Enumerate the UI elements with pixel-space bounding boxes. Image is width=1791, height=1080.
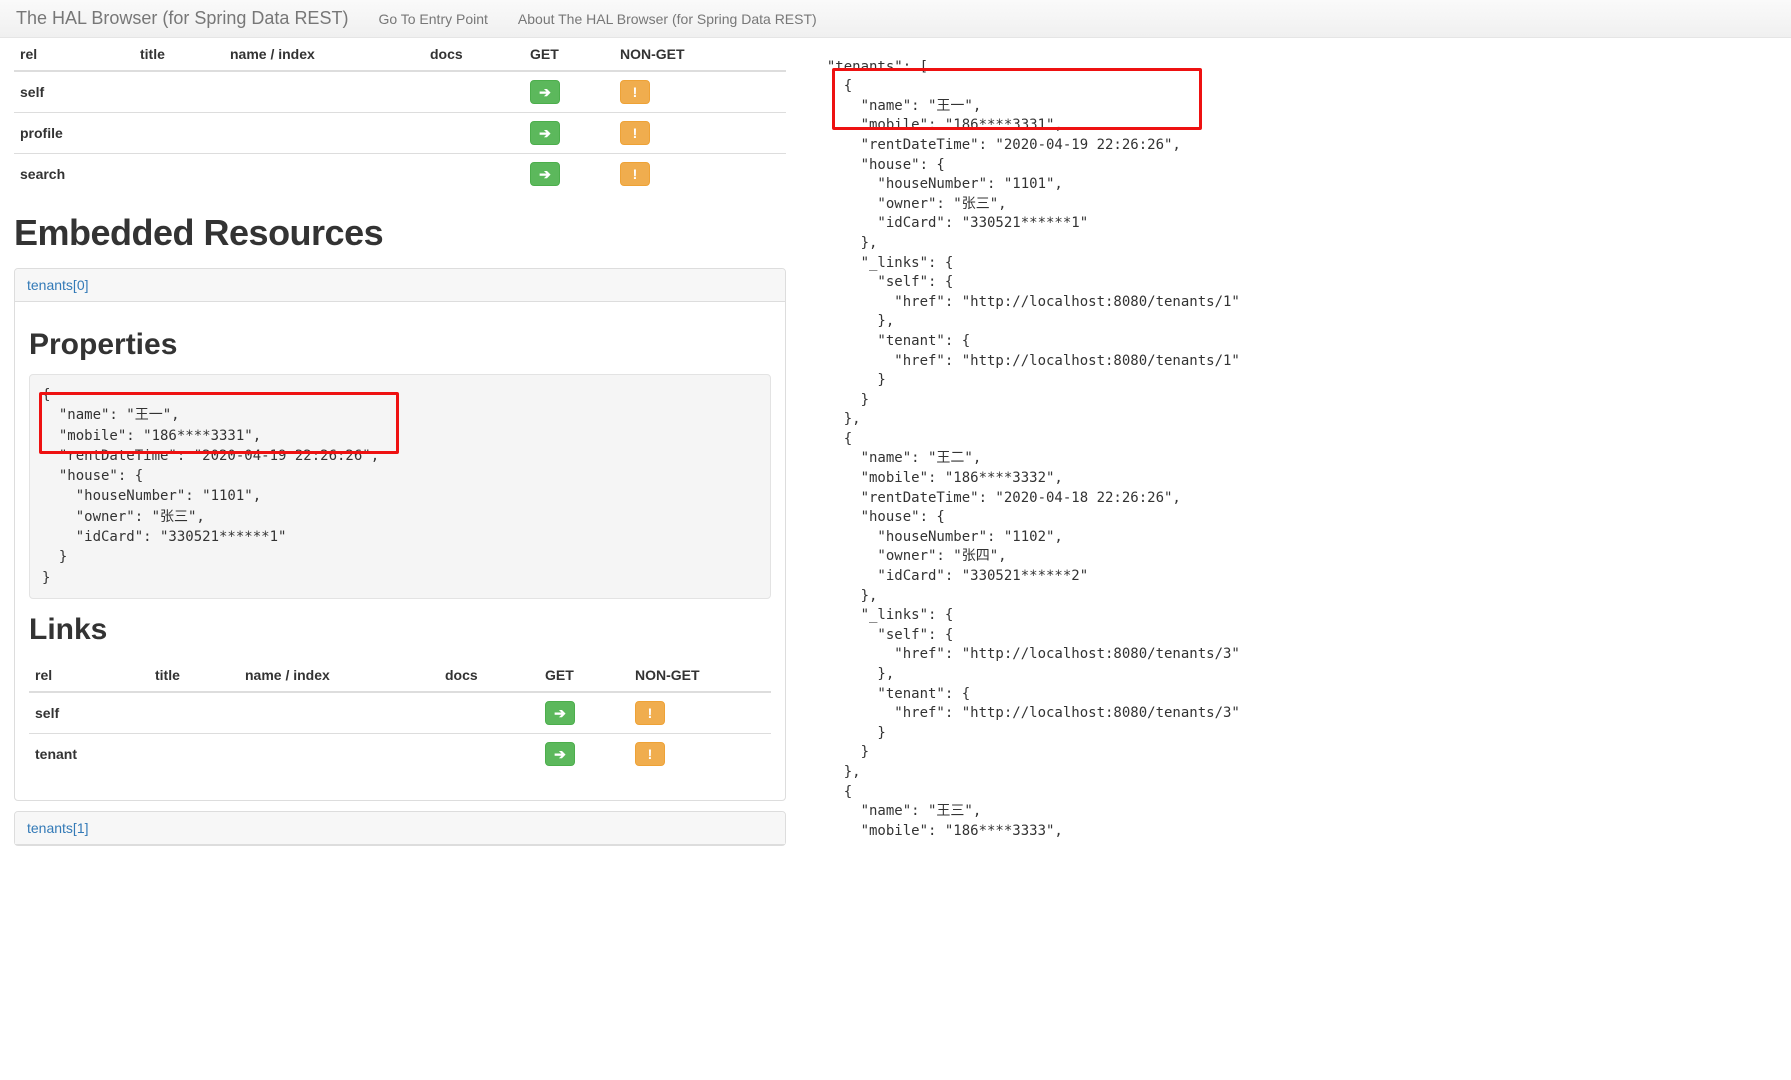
col-get: GET: [524, 38, 614, 71]
arrow-right-icon: ➔: [539, 126, 551, 140]
tenants1-heading: tenants[1]: [15, 812, 785, 845]
tenants0-heading: tenants[0]: [15, 269, 785, 302]
table-row: self ➔ !: [14, 71, 786, 113]
table-row: tenant ➔ !: [29, 733, 771, 774]
col-rel: rel: [29, 659, 149, 692]
exclamation-icon: !: [633, 126, 638, 140]
exclamation-icon: !: [633, 167, 638, 181]
table-row: search ➔ !: [14, 154, 786, 195]
arrow-right-icon: ➔: [539, 85, 551, 99]
rel-cell: tenant: [35, 746, 77, 762]
tenants0-link[interactable]: tenants[0]: [27, 277, 89, 293]
nav-about[interactable]: About The HAL Browser (for Spring Data R…: [518, 11, 817, 27]
properties-json: { "name": "王一", "mobile": "186****3331",…: [29, 374, 771, 599]
col-name: name / index: [224, 38, 424, 71]
col-name: name / index: [239, 659, 439, 692]
rel-cell: self: [35, 705, 59, 721]
nonget-button[interactable]: !: [620, 121, 650, 145]
left-pane: rel title name / index docs GET NON-GET …: [0, 38, 800, 900]
right-pane: "tenants": [ { "name": "王一", "mobile": "…: [800, 38, 1791, 900]
links-heading: Links: [29, 613, 771, 647]
app-brand: The HAL Browser (for Spring Data REST): [16, 8, 348, 29]
col-docs: docs: [424, 38, 524, 71]
tenants1-panel: tenants[1]: [14, 811, 786, 846]
col-title: title: [149, 659, 239, 692]
rel-cell: search: [20, 166, 65, 182]
nav-entry-point[interactable]: Go To Entry Point: [378, 11, 487, 27]
table-row: profile ➔ !: [14, 113, 786, 154]
nonget-button[interactable]: !: [620, 162, 650, 186]
topbar: The HAL Browser (for Spring Data REST) G…: [0, 0, 1791, 38]
top-links-table: rel title name / index docs GET NON-GET …: [14, 38, 786, 194]
page: rel title name / index docs GET NON-GET …: [0, 38, 1791, 900]
properties-heading: Properties: [29, 328, 771, 362]
embedded-heading: Embedded Resources: [14, 212, 786, 254]
get-button[interactable]: ➔: [545, 701, 575, 725]
arrow-right-icon: ➔: [554, 706, 566, 720]
arrow-right-icon: ➔: [554, 747, 566, 761]
sub-links-table: rel title name / index docs GET NON-GET …: [29, 659, 771, 774]
col-docs: docs: [439, 659, 539, 692]
nonget-button[interactable]: !: [635, 701, 665, 725]
col-nonget: NON-GET: [629, 659, 771, 692]
exclamation-icon: !: [648, 747, 653, 761]
rel-cell: self: [20, 84, 44, 100]
get-button[interactable]: ➔: [530, 80, 560, 104]
response-json: "tenants": [ { "name": "王一", "mobile": "…: [810, 58, 1781, 842]
col-get: GET: [539, 659, 629, 692]
nonget-button[interactable]: !: [635, 742, 665, 766]
get-button[interactable]: ➔: [530, 162, 560, 186]
arrow-right-icon: ➔: [539, 167, 551, 181]
col-rel: rel: [14, 38, 134, 71]
rel-cell: profile: [20, 125, 63, 141]
tenants0-body: Properties { "name": "王一", "mobile": "18…: [15, 302, 785, 800]
exclamation-icon: !: [633, 85, 638, 99]
col-title: title: [134, 38, 224, 71]
tenants0-panel: tenants[0] Properties { "name": "王一", "m…: [14, 268, 786, 801]
properties-box-wrap: { "name": "王一", "mobile": "186****3331",…: [29, 374, 771, 599]
get-button[interactable]: ➔: [545, 742, 575, 766]
tenants1-link[interactable]: tenants[1]: [27, 820, 89, 836]
nonget-button[interactable]: !: [620, 80, 650, 104]
table-row: self ➔ !: [29, 692, 771, 734]
get-button[interactable]: ➔: [530, 121, 560, 145]
exclamation-icon: !: [648, 706, 653, 720]
col-nonget: NON-GET: [614, 38, 786, 71]
